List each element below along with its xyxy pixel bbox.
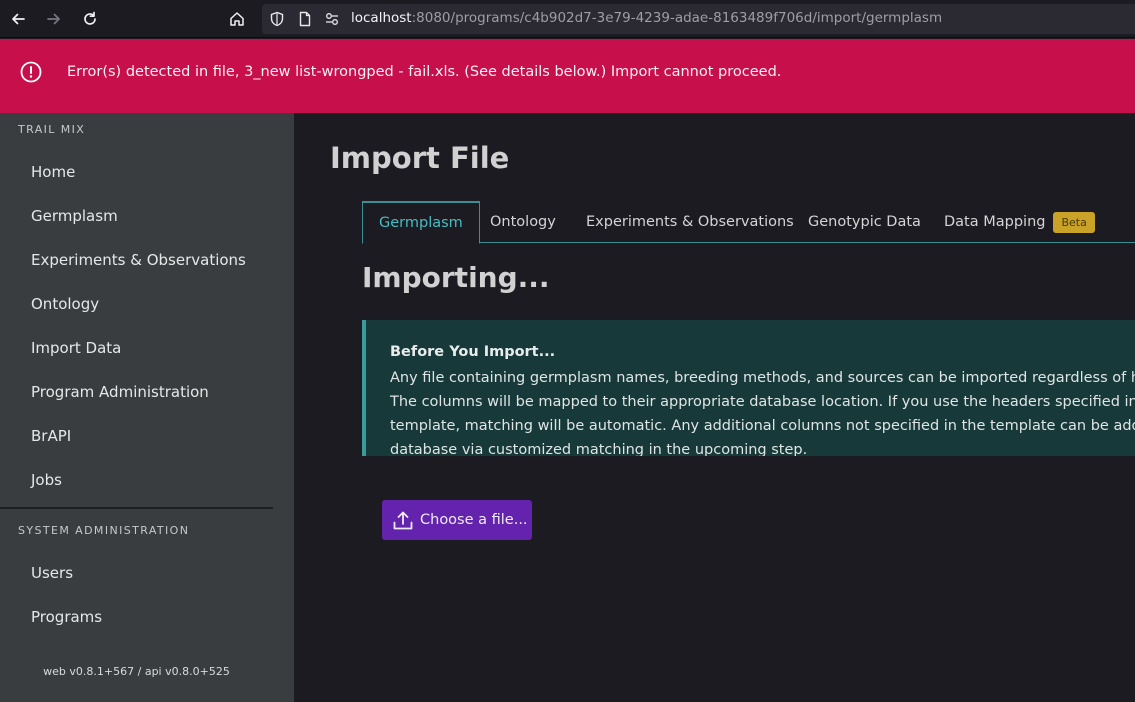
tracking-shield-icon[interactable] [269, 11, 285, 27]
tab-data-mapping[interactable]: Data Mapping Beta [944, 201, 1095, 243]
tab-germplasm-label: Germplasm [379, 215, 463, 231]
error-icon [20, 61, 42, 83]
sidebar-item-germplasm[interactable]: Germplasm [31, 207, 118, 225]
url-path: :8080/programs/c4b902d7-3e79-4239-adae-8… [411, 10, 943, 26]
back-arrow-icon[interactable] [7, 8, 29, 30]
forward-arrow-icon[interactable] [43, 8, 65, 30]
importing-heading: Importing... [362, 261, 550, 294]
tab-ontology-label: Ontology [490, 214, 556, 230]
main-content: Import File Germplasm Ontology Experimen… [294, 113, 1135, 702]
url-text[interactable]: localhost:8080/programs/c4b902d7-3e79-42… [351, 10, 942, 26]
sidebar-item-home[interactable]: Home [31, 163, 75, 181]
page-icon[interactable] [297, 11, 313, 27]
sidebar-item-import-data[interactable]: Import Data [31, 339, 121, 357]
address-bar[interactable]: localhost:8080/programs/c4b902d7-3e79-42… [262, 4, 1135, 34]
system-administration-label: SYSTEM ADMINISTRATION [18, 524, 190, 537]
choose-file-button[interactable]: Choose a file... [382, 500, 532, 540]
home-icon[interactable] [226, 8, 248, 30]
sidebar-item-ontology[interactable]: Ontology [31, 295, 99, 313]
sidebar-item-jobs[interactable]: Jobs [31, 471, 62, 489]
program-label: TRAIL MIX [18, 123, 86, 136]
tab-ontology[interactable]: Ontology [490, 201, 556, 243]
beta-badge: Beta [1053, 211, 1095, 233]
sidebar-item-users[interactable]: Users [31, 564, 73, 582]
choose-file-label: Choose a file... [420, 512, 528, 528]
tab-germplasm[interactable]: Germplasm [362, 201, 480, 244]
tab-genotypic-label: Genotypic Data [808, 214, 921, 230]
permissions-icon[interactable] [324, 11, 340, 27]
tab-experiments-observations[interactable]: Experiments & Observations [586, 201, 794, 243]
error-banner: Error(s) detected in file, 3_new list-wr… [0, 39, 1135, 113]
sidebar: TRAIL MIX Home Germplasm Experiments & O… [0, 113, 294, 702]
page-title: Import File [330, 141, 510, 175]
error-message: Error(s) detected in file, 3_new list-wr… [67, 64, 782, 80]
notice-body: Any file containing germplasm names, bre… [390, 370, 1135, 456]
tab-genotypic-data[interactable]: Genotypic Data [808, 201, 921, 243]
tab-data-mapping-label: Data Mapping [944, 214, 1046, 230]
upload-icon [393, 511, 413, 530]
version-text: web v0.8.1+567 / api v0.8.0+525 [43, 665, 230, 678]
url-host: localhost [351, 10, 412, 26]
sidebar-item-programs[interactable]: Programs [31, 608, 102, 626]
sidebar-item-brapi[interactable]: BrAPI [31, 427, 71, 445]
before-import-notice: Before You Import... Any file containing… [362, 320, 1135, 456]
import-tabs: Germplasm Ontology Experiments & Observa… [362, 201, 1135, 244]
notice-title: Before You Import... [390, 344, 556, 360]
sidebar-item-experiments[interactable]: Experiments & Observations [31, 251, 246, 269]
reload-icon[interactable] [79, 8, 101, 30]
tab-experiments-label: Experiments & Observations [586, 214, 794, 230]
sidebar-item-program-administration[interactable]: Program Administration [31, 383, 209, 401]
browser-toolbar: localhost:8080/programs/c4b902d7-3e79-42… [0, 0, 1135, 38]
sidebar-divider [0, 507, 273, 509]
